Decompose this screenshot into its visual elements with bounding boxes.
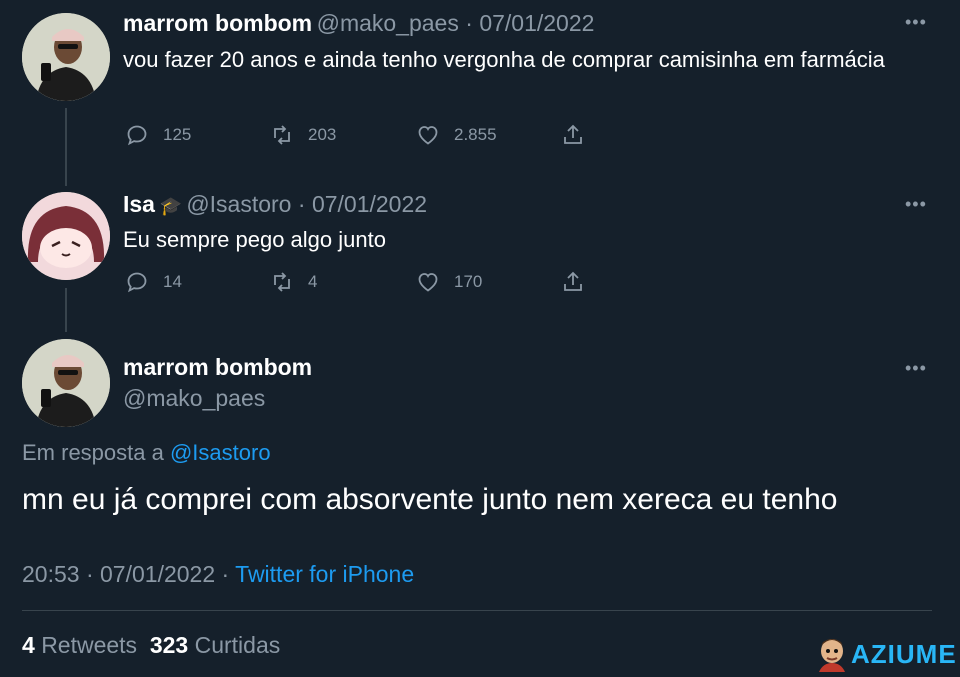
display-name[interactable]: Isa <box>123 191 155 217</box>
like-button[interactable]: 170 <box>416 270 482 294</box>
separator-dot: · <box>215 561 236 587</box>
mascot-icon <box>819 639 845 672</box>
handle[interactable]: @Isastoro <box>186 191 291 217</box>
avatar[interactable] <box>22 13 110 101</box>
retweet-total: 4 <box>22 632 35 658</box>
source-link[interactable]: Twitter for iPhone <box>235 561 414 587</box>
retweet-count: 203 <box>308 125 337 144</box>
main-tweet-text: mn eu já comprei com absorvente junto ne… <box>22 483 838 516</box>
heart-icon <box>418 273 438 292</box>
divider <box>22 610 932 611</box>
avatar-photo <box>22 339 110 427</box>
tweet-date[interactable]: 07/01/2022 <box>479 10 594 36</box>
engagement-stats: 4 Retweets 323 Curtidas <box>22 632 280 659</box>
graduation-cap-icon: 🎓 <box>159 196 182 216</box>
reply-button[interactable]: 125 <box>125 123 191 147</box>
separator-dot: · <box>79 561 101 587</box>
tweet-time[interactable]: 20:53 <box>22 561 80 587</box>
reply-icon <box>127 125 147 146</box>
display-name[interactable]: marrom bombom <box>123 10 312 36</box>
retweet-icon <box>274 272 290 292</box>
more-options-icon[interactable]: ••• <box>905 358 927 379</box>
retweet-button[interactable]: 203 <box>270 123 336 147</box>
watermark-text: AZIUME <box>851 638 957 669</box>
watermark-logo: AZIUME <box>815 636 957 672</box>
share-button[interactable] <box>561 123 599 147</box>
reply-count: 14 <box>163 272 182 291</box>
more-options-icon[interactable]: ••• <box>905 12 927 33</box>
reply-prefix: Em resposta a <box>22 440 164 465</box>
like-count: 170 <box>454 272 483 291</box>
tweet-date[interactable]: 07/01/2022 <box>312 191 427 217</box>
retweet-count: 4 <box>308 272 318 291</box>
display-name[interactable]: marrom bombom <box>123 354 312 381</box>
retweets-stat[interactable]: 4 Retweets <box>22 632 137 658</box>
retweet-button[interactable]: 4 <box>270 270 317 294</box>
avatar-photo <box>22 13 110 101</box>
thread-line <box>65 108 67 186</box>
tweet-timestamp: 20:53 · 07/01/2022 · Twitter for iPhone <box>22 561 414 588</box>
tweet-header: Isa 🎓 @Isastoro · 07/01/2022 <box>123 191 427 218</box>
like-button[interactable]: 2.855 <box>416 123 497 147</box>
reply-to-link[interactable]: @Isastoro <box>170 440 271 465</box>
retweet-icon <box>274 125 290 145</box>
likes-stat[interactable]: 323 Curtidas <box>150 632 280 658</box>
avatar[interactable] <box>22 339 110 427</box>
tweet-date[interactable]: 07/01/2022 <box>100 561 215 587</box>
separator-dot: · <box>458 10 480 36</box>
reply-button[interactable]: 14 <box>125 270 182 294</box>
reply-context: Em resposta a @Isastoro <box>22 440 271 466</box>
share-icon <box>564 271 582 291</box>
like-total: 323 <box>149 632 189 658</box>
more-options-icon[interactable]: ••• <box>905 194 927 215</box>
heart-icon <box>418 126 438 145</box>
tweet-text: Eu sempre pego algo junto <box>123 227 386 252</box>
reply-icon <box>127 272 147 293</box>
like-count: 2.855 <box>454 125 497 144</box>
tweet-text: vou fazer 20 anos e ainda tenho vergonha… <box>123 47 885 72</box>
reply-count: 125 <box>163 125 192 144</box>
share-button[interactable] <box>561 270 599 294</box>
avatar-photo <box>22 192 110 280</box>
share-icon <box>564 124 582 144</box>
retweets-label: Retweets <box>41 632 138 658</box>
separator-dot: · <box>291 191 312 217</box>
thread-line <box>65 288 67 332</box>
likes-label: Curtidas <box>194 632 281 658</box>
handle[interactable]: @mako_paes <box>317 10 459 36</box>
tweet-header: marrom bombom @mako_paes · 07/01/2022 <box>123 10 594 37</box>
avatar[interactable] <box>22 192 110 280</box>
handle[interactable]: @mako_paes <box>123 385 265 412</box>
